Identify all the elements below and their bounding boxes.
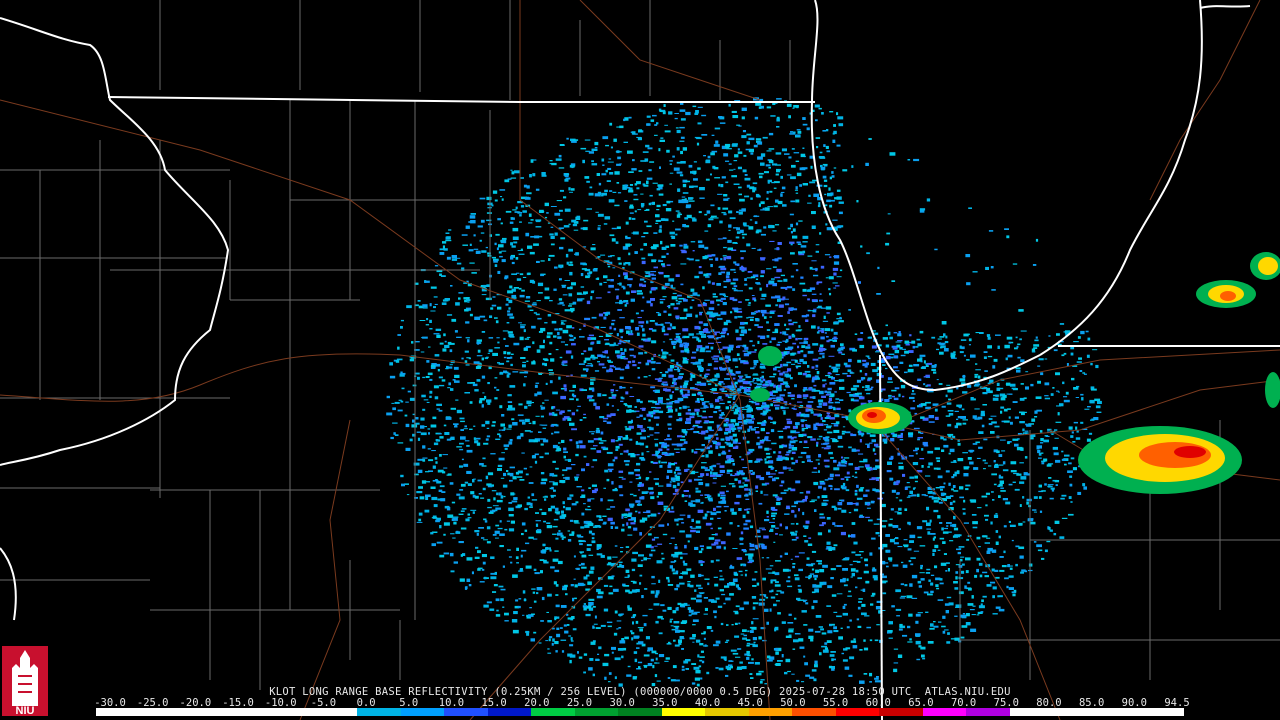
color-swatch xyxy=(835,708,880,716)
tick-label: 50.0 xyxy=(780,697,806,709)
tick-label: 45.0 xyxy=(737,697,763,709)
color-swatch xyxy=(966,708,1010,716)
storm-cell-outer xyxy=(758,346,782,366)
storm-cell-mid xyxy=(1258,257,1278,275)
color-swatch xyxy=(270,708,314,716)
tick-label: -10.0 xyxy=(264,697,297,709)
tick-label: 94.5 xyxy=(1164,697,1190,709)
tick-label: 20.0 xyxy=(524,697,550,709)
tick-label: 60.0 xyxy=(865,697,891,709)
color-swatch xyxy=(357,708,401,716)
color-swatch xyxy=(922,708,967,716)
tick-label: -5.0 xyxy=(310,697,337,709)
storm-cell-peak xyxy=(1174,446,1206,458)
tick-label: 85.0 xyxy=(1078,697,1105,709)
color-swatch xyxy=(139,708,184,716)
color-swatch xyxy=(96,708,140,716)
color-swatch xyxy=(183,708,227,716)
color-swatch xyxy=(1096,708,1141,716)
tick-label: 35.0 xyxy=(652,697,678,709)
color-swatch xyxy=(1140,708,1184,716)
tick-label: -30.0 xyxy=(94,697,126,709)
color-swatch xyxy=(531,708,575,716)
color-swatch xyxy=(705,708,749,716)
radar-map xyxy=(0,0,1280,720)
color-swatch xyxy=(226,708,271,716)
color-swatch xyxy=(574,708,619,716)
storm-cell-core xyxy=(1220,291,1236,301)
tick-label: 15.0 xyxy=(481,697,507,709)
reflectivity-color-scale xyxy=(96,708,1184,716)
tick-label: 70.0 xyxy=(950,697,977,709)
tick-label: 90.0 xyxy=(1121,697,1147,709)
tick-label: -25.0 xyxy=(136,697,169,709)
tick-label: 40.0 xyxy=(694,697,721,709)
tick-label: 65.0 xyxy=(908,697,934,709)
color-swatch xyxy=(444,708,488,716)
tick-label: 75.0 xyxy=(993,697,1019,709)
tick-label: 30.0 xyxy=(609,697,635,709)
color-swatch xyxy=(1053,708,1097,716)
color-swatch xyxy=(661,708,706,716)
tick-label: 5.0 xyxy=(399,697,419,709)
color-swatch xyxy=(879,708,923,716)
color-swatch xyxy=(792,708,836,716)
color-swatch xyxy=(313,708,358,716)
tick-label: 0.0 xyxy=(356,697,376,709)
color-swatch xyxy=(618,708,662,716)
color-swatch xyxy=(487,708,532,716)
reflectivity-tick-labels: -30.0 -25.0 -20.0 -15.0 -10.0 -5.0 0.0 5.0 10.0 1… xyxy=(0,697,1280,709)
tick-label: 25.0 xyxy=(566,697,593,709)
tick-label: -20.0 xyxy=(179,697,212,709)
storm-cell-peak xyxy=(867,412,877,418)
tick-label: -15.0 xyxy=(222,697,254,709)
color-swatch xyxy=(1009,708,1054,716)
tick-label: 55.0 xyxy=(822,697,849,709)
storm-cell-outer xyxy=(750,388,770,402)
tick-label: 80.0 xyxy=(1036,697,1062,709)
color-swatch xyxy=(400,708,445,716)
color-swatch xyxy=(748,708,793,716)
tick-label: 10.0 xyxy=(438,697,465,709)
